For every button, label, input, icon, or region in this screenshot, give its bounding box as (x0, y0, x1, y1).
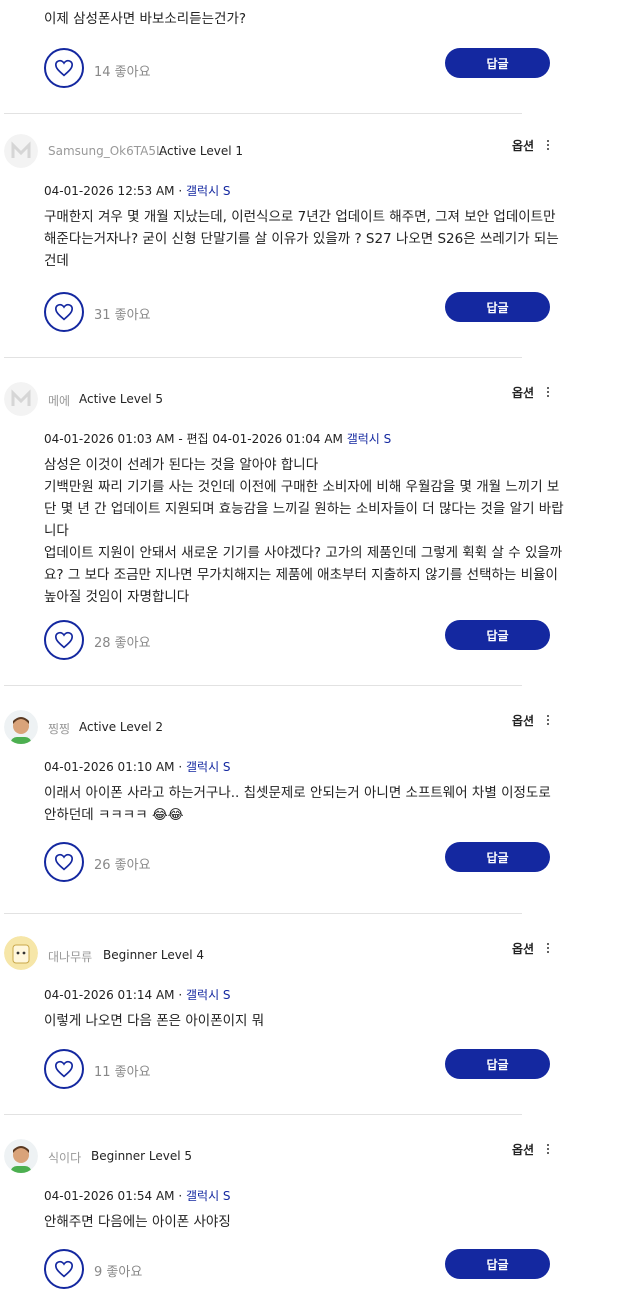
reply-button[interactable]: 답글 (445, 842, 550, 872)
comment-meta: 04-01-2026 01:10 AM · 갤럭시 S (44, 758, 231, 775)
like-count: 14 좋아요 (94, 65, 151, 80)
timestamp: 04-01-2026 12:53 AM (44, 184, 175, 198)
comment-meta: 04-01-2026 01:03 AM - 편집 04-01-2026 01:0… (44, 430, 391, 447)
person-avatar (4, 1139, 38, 1173)
comment-item: 대나무류 Beginner Level 4 옵션 04-01-2026 01:1… (0, 914, 640, 1114)
like-button[interactable] (44, 1249, 84, 1289)
timestamp: 04-01-2026 01:54 AM (44, 1189, 175, 1203)
comment-meta: 04-01-2026 01:14 AM · 갤럭시 S (44, 986, 231, 1003)
comment-body: 삼성은 이것이 선례가 된다는 것을 알아야 합니다 기백만원 짜리 기기를 사… (44, 457, 564, 605)
options-button[interactable]: 옵션 (512, 1141, 534, 1158)
category-separator: · (178, 1189, 186, 1203)
reply-button[interactable]: 답글 (445, 620, 550, 650)
comment-item: 찡찡 Active Level 2 옵션 04-01-2026 01:10 AM… (0, 686, 640, 914)
comment-meta: 04-01-2026 01:54 AM · 갤럭시 S (44, 1187, 231, 1204)
user-level: Beginner Level 4 (103, 948, 205, 962)
vertical-dots-icon[interactable] (546, 387, 550, 399)
category-link[interactable]: 갤럭시 S (186, 760, 231, 774)
m-logo-avatar (4, 134, 38, 168)
vertical-dots-icon[interactable] (546, 943, 550, 955)
comment-body: 이제 삼성폰사면 바보소리듣는건가? (44, 11, 247, 27)
options-button[interactable]: 옵션 (512, 940, 534, 957)
category-link[interactable]: 갤럭시 S (347, 432, 392, 446)
like-count: 26 좋아요 (94, 858, 151, 873)
comment-item: 메에 Active Level 5 옵션 04-01-2026 01:03 AM… (0, 358, 640, 686)
comment-prev: 이제 삼성폰사면 바보소리듣는건가? 14 좋아요 답글 (0, 0, 640, 110)
comment-body: 이래서 아이폰 사라고 하는거구나.. 칩셋문제로 안되는거 아니면 소프트웨어… (44, 785, 551, 823)
like-button[interactable] (44, 842, 84, 882)
options-button[interactable]: 옵션 (512, 384, 534, 401)
username[interactable]: 대나무류 (48, 948, 92, 965)
reply-button[interactable]: 답글 (445, 292, 550, 322)
username[interactable]: 찡찡 (48, 720, 70, 737)
comment-meta: 04-01-2026 12:53 AM · 갤럭시 S (44, 182, 231, 199)
timestamp: 04-01-2026 01:14 AM (44, 988, 175, 1002)
options-button[interactable]: 옵션 (512, 137, 534, 154)
cartoon-avatar (4, 936, 38, 970)
like-count: 9 좋아요 (94, 1265, 143, 1280)
category-link[interactable]: 갤럭시 S (186, 184, 231, 198)
heart-icon (54, 1060, 74, 1078)
heart-icon (54, 59, 74, 77)
user-level: Beginner Level 5 (91, 1149, 193, 1163)
comment-item: 식이다 Beginner Level 5 옵션 04-01-2026 01:54… (0, 1115, 640, 1289)
like-count: 28 좋아요 (94, 636, 151, 651)
like-count: 11 좋아요 (94, 1065, 151, 1080)
username[interactable]: 메에 (48, 392, 70, 409)
category-separator: · (178, 184, 186, 198)
heart-icon (54, 631, 74, 649)
like-count: 31 좋아요 (94, 308, 151, 323)
heart-icon (54, 1260, 74, 1278)
comment-body: 이렇게 나오면 다음 폰은 아이폰이지 뭐 (44, 1013, 265, 1029)
heart-icon (54, 853, 74, 871)
comment-body: 구매한지 겨우 몇 개월 지났는데, 이런식으로 7년간 업데이트 해주면, 그… (44, 209, 559, 269)
comment-body: 안해주면 다음에는 아이폰 사야징 (44, 1214, 231, 1230)
m-logo-avatar (4, 382, 38, 416)
reply-button[interactable]: 답글 (445, 48, 550, 78)
like-button[interactable] (44, 292, 84, 332)
like-button[interactable] (44, 48, 84, 88)
category-separator: · (178, 988, 186, 1002)
username[interactable]: 식이다 (48, 1149, 81, 1166)
vertical-dots-icon[interactable] (546, 140, 550, 152)
vertical-dots-icon[interactable] (546, 1144, 550, 1156)
reply-button[interactable]: 답글 (445, 1249, 550, 1279)
user-level: Active Level 2 (79, 720, 164, 734)
username[interactable]: Samsung_Ok6TA5L (48, 144, 163, 158)
category-link[interactable]: 갤럭시 S (186, 988, 231, 1002)
like-button[interactable] (44, 620, 84, 660)
like-button[interactable] (44, 1049, 84, 1089)
heart-icon (54, 303, 74, 321)
reply-button[interactable]: 답글 (445, 1049, 550, 1079)
options-button[interactable]: 옵션 (512, 712, 534, 729)
category-separator: · (178, 760, 186, 774)
user-level: Active Level 1 (159, 144, 244, 158)
vertical-dots-icon[interactable] (546, 715, 550, 727)
category-link[interactable]: 갤럭시 S (186, 1189, 231, 1203)
timestamp: 04-01-2026 01:10 AM (44, 760, 175, 774)
person-avatar (4, 710, 38, 744)
user-level: Active Level 5 (79, 392, 164, 406)
timestamp: 04-01-2026 01:03 AM - 편집 04-01-2026 01:0… (44, 432, 343, 446)
comment-item: Samsung_Ok6TA5L Active Level 1 옵션 04-01-… (0, 114, 640, 360)
